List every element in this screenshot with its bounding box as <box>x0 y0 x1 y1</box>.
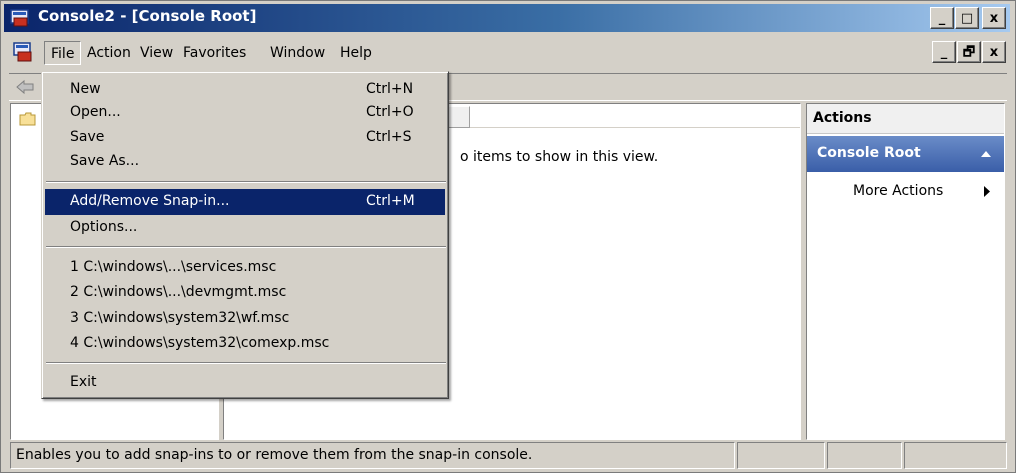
maximize-button[interactable]: □ <box>955 7 979 29</box>
menu-help[interactable]: Help <box>334 41 378 65</box>
console-app-icon[interactable] <box>13 42 33 62</box>
menu-item-label: 3 C:\windows\system32\wf.msc <box>70 310 290 326</box>
actions-title: Actions <box>813 110 872 126</box>
menu-separator <box>46 246 446 248</box>
menu-item-open[interactable]: Open... Ctrl+O <box>45 100 445 126</box>
menu-window[interactable]: Window <box>264 41 331 65</box>
collapse-up-icon[interactable] <box>980 149 992 159</box>
menu-separator <box>46 362 446 364</box>
status-text: Enables you to add snap-ins to or remove… <box>16 447 533 463</box>
menu-bar: File Action View Favorites Window Help _… <box>4 34 1010 72</box>
menu-item-label: Open... <box>70 104 121 120</box>
more-actions-label: More Actions <box>853 183 944 199</box>
submenu-arrow-icon <box>984 186 990 197</box>
menu-item-label: 1 C:\windows\...\services.msc <box>70 259 277 275</box>
close-button[interactable]: x <box>982 7 1006 29</box>
menu-item-shortcut: Ctrl+M <box>366 193 415 209</box>
menu-item-add-remove-snap-in[interactable]: Add/Remove Snap-in... Ctrl+M <box>45 189 445 215</box>
menu-file[interactable]: File <box>44 41 82 65</box>
minimize-button[interactable]: _ <box>930 7 954 29</box>
status-cell-4 <box>904 442 1007 469</box>
status-cell-main: Enables you to add snap-ins to or remove… <box>10 442 735 469</box>
menu-item-shortcut: Ctrl+S <box>366 129 412 145</box>
folder-icon[interactable] <box>19 112 37 126</box>
menu-item-options[interactable]: Options... <box>45 215 445 241</box>
menu-separator <box>46 181 446 183</box>
more-actions-item[interactable]: More Actions <box>807 174 1004 208</box>
mdi-restore-button[interactable]: 🗗 <box>957 41 981 63</box>
menu-action[interactable]: Action <box>81 41 137 65</box>
menu-item-recent-3[interactable]: 3 C:\windows\system32\wf.msc <box>45 306 445 332</box>
status-bar: Enables you to add snap-ins to or remove… <box>10 442 1009 469</box>
actions-title-bar: Actions <box>807 104 1004 134</box>
console-window: Console2 - [Console Root] _ □ x File Act… <box>0 0 1016 473</box>
menu-item-recent-4[interactable]: 4 C:\windows\system32\comexp.msc <box>45 331 445 357</box>
menu-item-shortcut: Ctrl+O <box>366 104 414 120</box>
status-cell-2 <box>737 442 825 469</box>
menu-item-label: Save <box>70 129 105 145</box>
mdi-close-button[interactable]: x <box>982 41 1006 63</box>
menu-item-label: Options... <box>70 219 138 235</box>
window-title: Console2 - [Console Root] <box>38 7 257 25</box>
menu-item-save-as[interactable]: Save As... <box>45 149 445 175</box>
file-menu-dropdown: New Ctrl+N Open... Ctrl+O Save Ctrl+S Sa… <box>41 71 449 399</box>
menu-item-label: New <box>70 81 101 97</box>
menu-item-label: Add/Remove Snap-in... <box>70 193 230 209</box>
menu-item-recent-2[interactable]: 2 C:\windows\...\devmgmt.msc <box>45 280 445 306</box>
title-bar[interactable]: Console2 - [Console Root] _ □ x <box>4 4 1010 32</box>
actions-pane: Actions Console Root More Actions <box>806 103 1005 440</box>
menu-item-label: 2 C:\windows\...\devmgmt.msc <box>70 284 287 300</box>
menu-item-label: Exit <box>70 374 97 390</box>
status-cell-3 <box>827 442 902 469</box>
menu-item-exit[interactable]: Exit <box>45 370 445 396</box>
menu-favorites[interactable]: Favorites <box>177 41 252 65</box>
actions-section-label: Console Root <box>817 145 921 161</box>
mdi-minimize-button[interactable]: _ <box>932 41 956 63</box>
console-app-icon <box>10 9 29 27</box>
empty-view-message: o items to show in this view. <box>460 149 659 165</box>
menu-item-save[interactable]: Save Ctrl+S <box>45 125 445 151</box>
menu-item-shortcut: Ctrl+N <box>366 81 414 97</box>
back-arrow-icon[interactable] <box>15 78 35 96</box>
menu-item-recent-1[interactable]: 1 C:\windows\...\services.msc <box>45 255 445 281</box>
menu-view[interactable]: View <box>134 41 179 65</box>
menu-item-label: 4 C:\windows\system32\comexp.msc <box>70 335 330 351</box>
actions-section-header[interactable]: Console Root <box>807 136 1004 172</box>
menu-item-label: Save As... <box>70 153 140 169</box>
